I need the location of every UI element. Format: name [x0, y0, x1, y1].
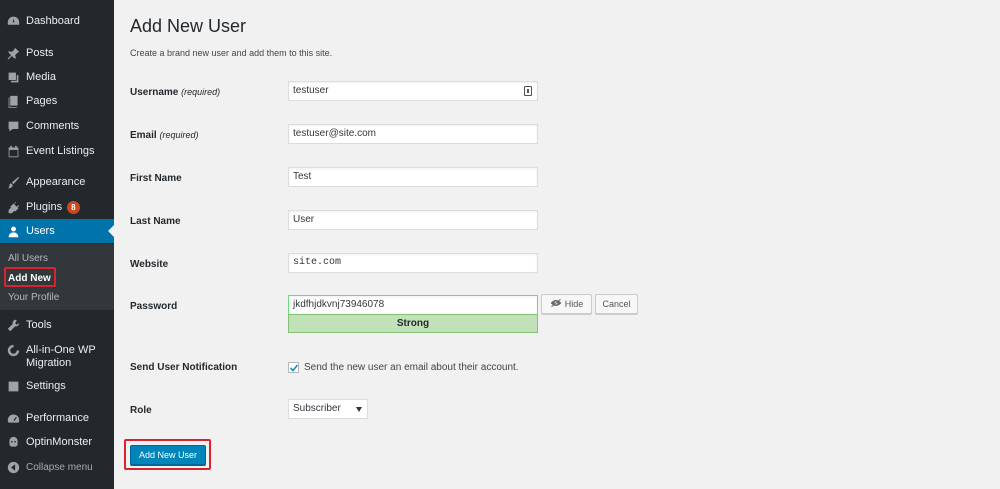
- collapse-menu-button[interactable]: Collapse menu: [0, 455, 114, 479]
- plugin-icon: [0, 201, 26, 214]
- optinmonster-icon: [0, 436, 26, 449]
- menu-item-settings[interactable]: Settings: [0, 374, 114, 398]
- menu-label: Pages: [26, 94, 58, 107]
- menu-item-event-listings[interactable]: Event Listings: [0, 139, 114, 163]
- role-value: Subscriber: [293, 403, 341, 414]
- main-content: Add New User Create a brand new user and…: [114, 0, 1000, 489]
- menu-item-performance[interactable]: Performance: [0, 406, 114, 430]
- website-label: Website: [130, 259, 169, 270]
- menu-label: Tools: [26, 318, 52, 331]
- settings-icon: [0, 380, 26, 393]
- menu-label: Plugins: [26, 200, 63, 213]
- calendar-icon: [0, 145, 26, 158]
- menu-label: Collapse menu: [26, 461, 93, 473]
- cancel-password-button[interactable]: Cancel: [595, 294, 638, 314]
- password-field[interactable]: jkdfhjdkvnj73946078: [288, 295, 538, 315]
- dashboard-icon: [0, 15, 26, 28]
- pages-icon: [0, 95, 26, 108]
- admin-sidebar: Dashboard Posts Media Pages Comments Eve…: [0, 0, 114, 489]
- menu-item-tools[interactable]: Tools: [0, 313, 114, 337]
- chevron-down-icon: [356, 407, 362, 412]
- page-title: Add New User: [130, 16, 247, 36]
- migration-icon: [0, 344, 26, 357]
- role-label: Role: [130, 405, 152, 416]
- last-name-field[interactable]: User: [288, 210, 538, 230]
- submenu-your-profile[interactable]: Your Profile: [8, 292, 59, 303]
- last-name-label: Last Name: [130, 216, 181, 227]
- collapse-icon: [0, 461, 26, 474]
- menu-label: All-in-One WP Migration: [26, 344, 96, 369]
- update-count-badge: 8: [67, 200, 80, 214]
- send-notification-checkbox[interactable]: [288, 362, 299, 373]
- website-field[interactable]: site.com: [288, 253, 538, 273]
- menu-label: Performance: [26, 411, 89, 424]
- menu-item-media[interactable]: Media: [0, 65, 114, 89]
- hide-label: Hide: [564, 299, 584, 309]
- first-name-label: First Name: [130, 173, 182, 184]
- add-new-user-button[interactable]: Add New User: [130, 445, 206, 465]
- first-name-field[interactable]: Test: [288, 167, 538, 187]
- media-icon: [0, 71, 26, 84]
- notification-text: Send the new user an email about their a…: [304, 362, 519, 373]
- menu-item-optinmonster[interactable]: OptinMonster: [0, 430, 114, 454]
- password-strength-meter: Strong: [288, 314, 538, 333]
- menu-label: Settings: [26, 379, 66, 392]
- menu-label: Comments: [26, 119, 80, 132]
- submenu-all-users[interactable]: All Users: [8, 253, 48, 264]
- menu-label: Posts: [26, 46, 54, 59]
- wrench-icon: [0, 319, 26, 332]
- menu-item-users[interactable]: Users: [0, 219, 114, 243]
- menu-item-all-in-one-wp-migration[interactable]: All-in-One WP Migration: [0, 344, 114, 372]
- email-label: Email (required): [130, 130, 199, 141]
- pin-icon: [0, 47, 26, 60]
- brush-icon: [0, 176, 26, 189]
- email-field[interactable]: testuser@site.com: [288, 124, 538, 144]
- password-label: Password: [130, 301, 178, 312]
- user-icon: [0, 225, 26, 238]
- username-field[interactable]: testuser: [288, 81, 538, 101]
- menu-label: OptinMonster: [26, 435, 93, 448]
- menu-item-posts[interactable]: Posts: [0, 41, 114, 65]
- menu-item-appearance[interactable]: Appearance: [0, 170, 114, 194]
- comment-icon: [0, 120, 26, 133]
- menu-item-comments[interactable]: Comments: [0, 114, 114, 138]
- menu-item-plugins[interactable]: Plugins 8: [0, 195, 114, 219]
- hide-password-button[interactable]: Hide: [541, 294, 592, 314]
- username-value: testuser: [293, 85, 329, 96]
- performance-icon: [0, 412, 26, 425]
- username-label: Username (required): [130, 87, 221, 98]
- highlight-box: [4, 267, 56, 287]
- menu-label: Dashboard: [26, 14, 80, 27]
- menu-label: Media: [26, 70, 56, 83]
- autofill-icon[interactable]: [524, 86, 532, 96]
- eye-slash-icon: [550, 298, 565, 310]
- menu-label: Appearance: [26, 175, 86, 188]
- menu-item-dashboard[interactable]: Dashboard: [0, 9, 114, 33]
- menu-label: Users: [26, 224, 55, 237]
- menu-label: Event Listings: [26, 144, 95, 157]
- page-description: Create a brand new user and add them to …: [130, 48, 333, 58]
- menu-item-pages[interactable]: Pages: [0, 89, 114, 113]
- notification-label: Send User Notification: [130, 362, 238, 373]
- role-select[interactable]: Subscriber: [288, 399, 368, 419]
